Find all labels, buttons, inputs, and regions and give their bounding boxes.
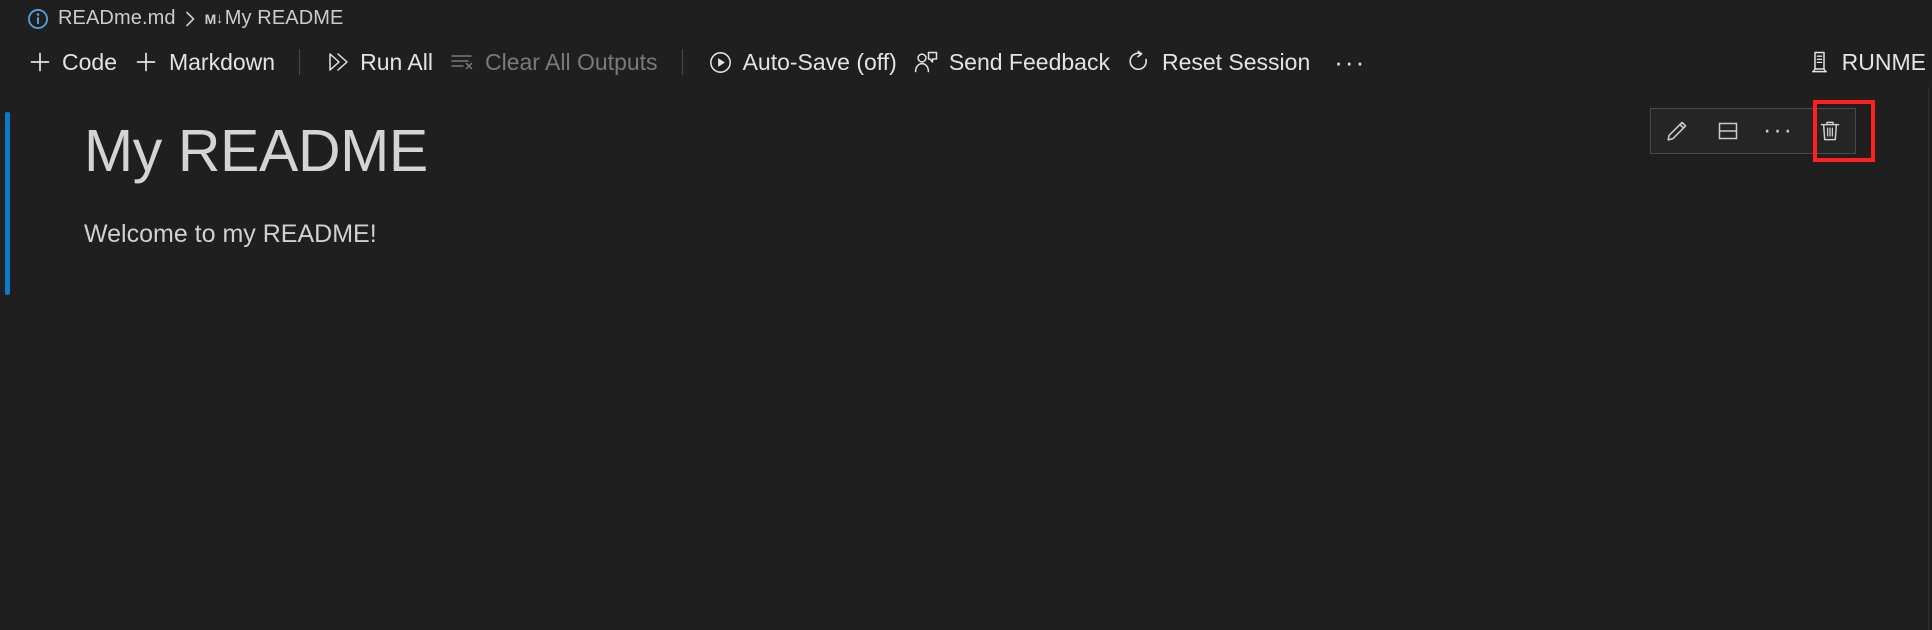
play-circle-icon	[707, 49, 734, 76]
person-feedback-icon	[913, 49, 940, 76]
ellipsis-icon: ···	[1763, 116, 1794, 145]
add-markdown-cell-label: Markdown	[168, 48, 276, 75]
notebook-editor-window: READme.md M ↓ My README Code Markdown Ru…	[0, 0, 1932, 630]
add-code-cell-label: Code	[62, 48, 117, 75]
server-environment-icon	[1806, 49, 1832, 75]
cell-toolbar: ···	[1650, 108, 1856, 154]
markdown-heading-1: My README	[84, 118, 428, 184]
split-cell-icon	[1716, 119, 1740, 143]
cell-focus-indicator	[5, 112, 10, 295]
plus-icon	[26, 49, 53, 76]
send-feedback-label: Send Feedback	[948, 48, 1110, 75]
chevron-right-icon	[184, 9, 197, 29]
toolbar-separator	[299, 49, 301, 75]
split-cell-button[interactable]	[1702, 109, 1753, 153]
editor-right-rule	[1928, 87, 1929, 630]
notebook-cell-markdown[interactable]: My README Welcome to my README! ···	[0, 100, 1890, 312]
markdown-icon-letter: M	[204, 10, 217, 27]
kernel-selector-button[interactable]: RUNME	[1800, 43, 1932, 81]
kernel-label: RUNME	[1841, 48, 1926, 75]
toolbar-overflow-button[interactable]: ···	[1328, 43, 1372, 81]
breadcrumb: READme.md M ↓ My README	[0, 0, 1932, 37]
clear-outputs-icon	[449, 49, 476, 76]
cell-rendered-markdown[interactable]: My README Welcome to my README!	[84, 112, 1890, 252]
add-code-cell-button[interactable]: Code	[18, 43, 125, 81]
reset-session-button[interactable]: Reset Session	[1118, 43, 1318, 81]
markdown-paragraph: Welcome to my README!	[84, 220, 377, 249]
plus-icon	[133, 49, 160, 76]
cell-more-actions-button[interactable]: ···	[1753, 109, 1804, 153]
auto-save-label: Auto-Save (off)	[742, 48, 897, 75]
notebook-cell-list: My README Welcome to my README! ···	[0, 87, 1932, 630]
run-all-icon	[324, 49, 351, 76]
auto-save-button[interactable]: Auto-Save (off)	[699, 43, 905, 81]
markdown-icon: M ↓	[204, 10, 224, 27]
info-circle-icon	[28, 8, 48, 29]
clear-all-outputs-label: Clear All Outputs	[484, 48, 658, 75]
refresh-icon	[1126, 49, 1153, 76]
clear-all-outputs-button[interactable]: Clear All Outputs	[441, 43, 666, 81]
breadcrumb-item-file[interactable]: READme.md	[27, 0, 176, 37]
ellipsis-icon: ···	[1334, 46, 1367, 77]
edit-cell-button[interactable]	[1651, 109, 1702, 153]
markdown-icon-arrow: ↓	[215, 10, 224, 27]
breadcrumb-symbol-label: My README	[224, 7, 344, 29]
pencil-icon	[1664, 119, 1689, 144]
delete-cell-button[interactable]	[1804, 109, 1855, 153]
toolbar-separator	[681, 49, 683, 75]
send-feedback-button[interactable]: Send Feedback	[905, 43, 1118, 81]
trash-icon	[1818, 119, 1842, 143]
reset-session-label: Reset Session	[1161, 48, 1311, 75]
notebook-toolbar: Code Markdown Run All Clear All Outputs …	[0, 37, 1932, 87]
run-all-label: Run All	[360, 48, 433, 75]
breadcrumb-item-symbol[interactable]: M ↓ My README	[205, 0, 344, 37]
breadcrumb-file-label: READme.md	[58, 7, 176, 29]
run-all-button[interactable]: Run All	[316, 43, 441, 81]
add-markdown-cell-button[interactable]: Markdown	[125, 43, 283, 81]
